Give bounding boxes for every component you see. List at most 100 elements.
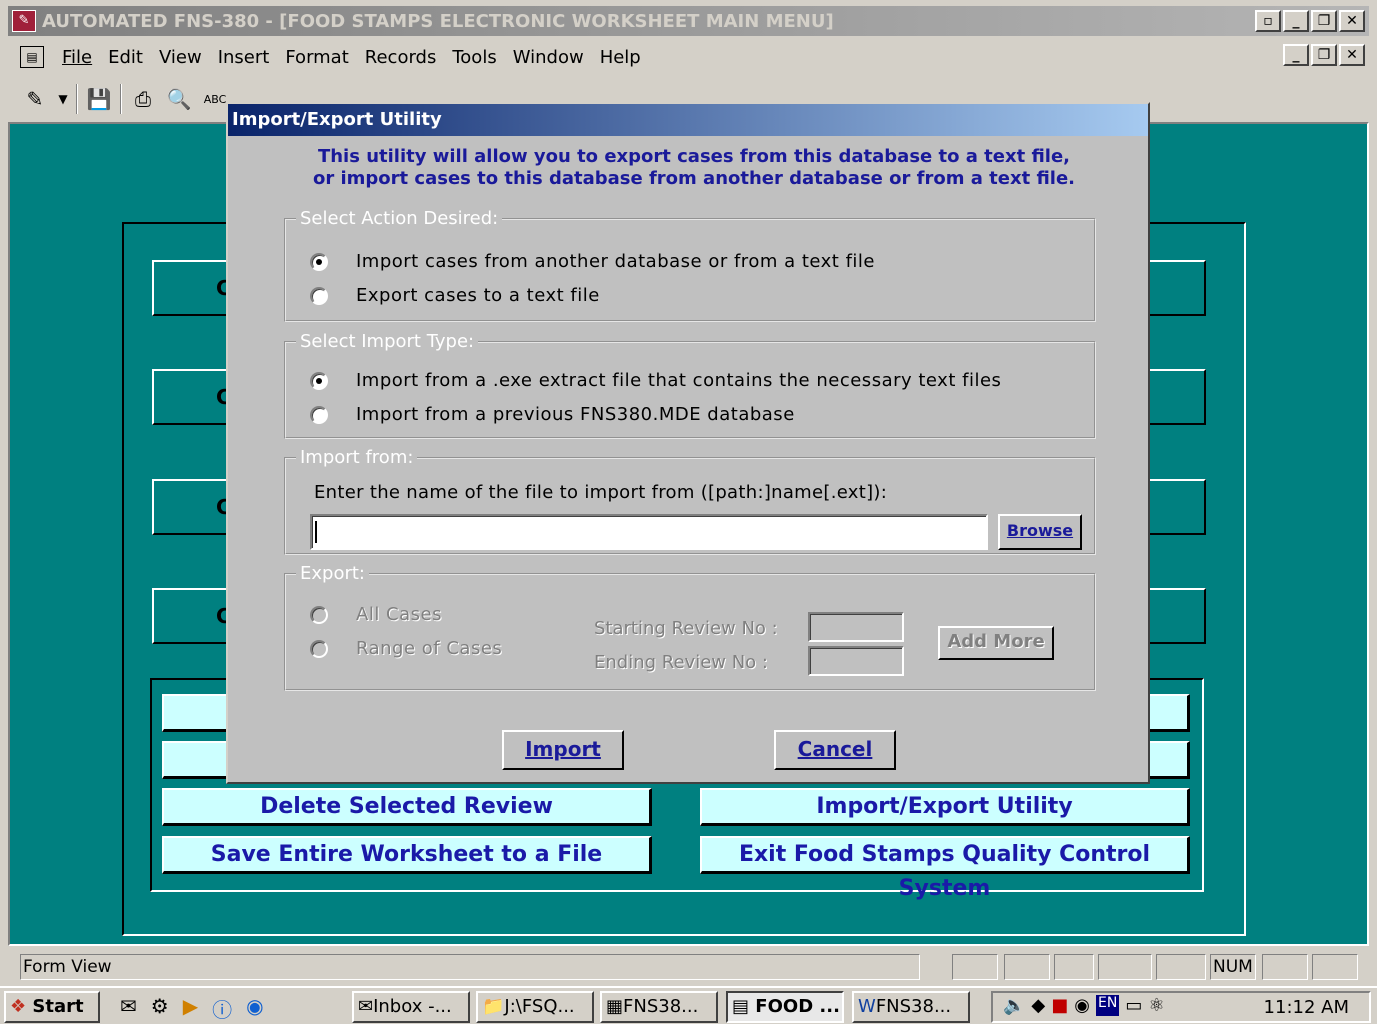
form-icon[interactable]: ▤ bbox=[20, 46, 44, 68]
status-cell bbox=[952, 954, 998, 980]
dialog-intro-text: This utility will allow you to export ca… bbox=[240, 146, 1148, 190]
inbox-icon: ✉ bbox=[358, 996, 374, 1017]
network-icon[interactable]: ◆ bbox=[1031, 995, 1045, 1016]
menu-records[interactable]: Records bbox=[357, 47, 445, 68]
import-button[interactable]: Import bbox=[502, 730, 624, 770]
status-num: NUM bbox=[1210, 954, 1256, 980]
windows-logo-icon: ❖ bbox=[10, 996, 27, 1017]
status-cell bbox=[1156, 954, 1206, 980]
radio-icon[interactable] bbox=[310, 371, 328, 390]
starting-review-label: Starting Review No : bbox=[594, 618, 778, 639]
status-bar: Form View NUM bbox=[8, 950, 1369, 984]
folder-icon: 📁 bbox=[482, 996, 505, 1017]
import-type-group: Select Import Type: Import from a .exe e… bbox=[284, 331, 1096, 439]
monitor-icon[interactable]: ▭ bbox=[1125, 995, 1142, 1016]
export-all-option[interactable]: All Cases bbox=[310, 604, 442, 625]
import-from-prompt: Enter the name of the file to import fro… bbox=[314, 482, 888, 503]
start-button[interactable]: ❖ Start bbox=[4, 991, 100, 1023]
menu-window[interactable]: Window bbox=[505, 47, 592, 68]
clock: 11:12 AM bbox=[1263, 996, 1349, 1018]
action-import-option[interactable]: Import cases from another database or fr… bbox=[310, 251, 875, 272]
print-icon[interactable]: ⎙ bbox=[128, 84, 158, 114]
task-folder[interactable]: 📁J:\FSQ... bbox=[476, 991, 594, 1023]
info-icon[interactable]: ⓘ bbox=[212, 994, 232, 1023]
task-fns38-word[interactable]: WFNS38... bbox=[852, 991, 970, 1023]
taskbar: ❖ Start ✉ ⚙ ▶ ⓘ ◉ ✉Inbox -... 📁J:\FSQ...… bbox=[0, 986, 1377, 1024]
word-icon: W bbox=[858, 996, 876, 1017]
radio-icon[interactable] bbox=[310, 639, 328, 658]
design-view-icon[interactable]: ✎ bbox=[20, 84, 50, 114]
import-mde-option[interactable]: Import from a previous FNS380.MDE databa… bbox=[310, 404, 795, 425]
outlook-icon[interactable]: ✉ bbox=[120, 994, 137, 1023]
security-icon[interactable]: ⚙ bbox=[151, 994, 169, 1023]
menu-edit[interactable]: Edit bbox=[100, 47, 151, 68]
status-cell bbox=[1054, 954, 1094, 980]
print-preview-icon[interactable]: 🔍 bbox=[164, 84, 194, 114]
import-exe-option[interactable]: Import from a .exe extract file that con… bbox=[310, 370, 1001, 391]
access-app-icon[interactable]: ✎ bbox=[12, 10, 36, 32]
ati-icon[interactable]: ■ bbox=[1051, 995, 1068, 1016]
radio-icon[interactable] bbox=[310, 286, 328, 305]
restore-button[interactable]: ❐ bbox=[1311, 10, 1337, 32]
system-tray: 🔈 ◆ ■ ◉ EN ▭ ⚛ 11:12 AM bbox=[991, 991, 1371, 1023]
menu-help[interactable]: Help bbox=[592, 47, 649, 68]
action-group: Select Action Desired: Import cases from… bbox=[284, 208, 1096, 322]
import-from-legend: Import from: bbox=[300, 447, 414, 468]
intro-line-1: This utility will allow you to export ca… bbox=[317, 146, 1071, 167]
child-close-button[interactable]: ✕ bbox=[1339, 44, 1365, 66]
quick-launch: ✉ ⚙ ▶ ⓘ ◉ bbox=[120, 994, 264, 1023]
dialog-title: Import/Export Utility bbox=[232, 109, 442, 130]
task-food[interactable]: ▤ FOOD ... bbox=[726, 991, 844, 1023]
radio-icon[interactable] bbox=[310, 605, 328, 624]
menu-insert[interactable]: Insert bbox=[210, 47, 278, 68]
media-player-icon[interactable]: ▶ bbox=[183, 994, 198, 1023]
close-button[interactable]: ✕ bbox=[1339, 10, 1365, 32]
child-restore-button[interactable]: ❐ bbox=[1311, 44, 1337, 66]
save-worksheet-button[interactable]: Save Entire Worksheet to a File bbox=[162, 836, 652, 874]
dropdown-arrow-icon[interactable]: ▼ bbox=[56, 84, 70, 114]
import-export-utility-button[interactable]: Import/Export Utility bbox=[700, 788, 1190, 826]
language-indicator[interactable]: EN bbox=[1096, 995, 1120, 1016]
spreadsheet-icon: ▦ bbox=[606, 996, 624, 1017]
add-more-button[interactable]: Add More bbox=[938, 626, 1054, 660]
browser-icon[interactable]: ◉ bbox=[246, 994, 263, 1023]
text-cursor bbox=[315, 521, 317, 543]
exit-system-button[interactable]: Exit Food Stamps Quality Control System bbox=[700, 836, 1190, 901]
ending-review-input[interactable] bbox=[808, 646, 904, 676]
browse-button[interactable]: Browse bbox=[998, 514, 1082, 550]
status-cell bbox=[1004, 954, 1050, 980]
globe-icon[interactable]: ◉ bbox=[1074, 995, 1090, 1016]
menu-view[interactable]: View bbox=[151, 47, 210, 68]
ending-review-label: Ending Review No : bbox=[594, 652, 768, 673]
antivirus-icon[interactable]: ⚛ bbox=[1148, 995, 1164, 1016]
import-from-group: Import from: Enter the name of the file … bbox=[284, 447, 1096, 555]
minimize-button[interactable]: ▫ bbox=[1255, 10, 1281, 32]
dialog-title-bar[interactable]: Import/Export Utility bbox=[228, 104, 1148, 136]
window-title-bar[interactable]: ✎ AUTOMATED FNS-380 - [FOOD STAMPS ELECT… bbox=[8, 6, 1369, 36]
minimize-icon-button[interactable]: _ bbox=[1283, 10, 1309, 32]
starting-review-input[interactable] bbox=[808, 612, 904, 642]
status-cell bbox=[1312, 954, 1358, 980]
volume-icon[interactable]: 🔈 bbox=[1003, 995, 1025, 1016]
radio-icon[interactable] bbox=[310, 252, 328, 271]
save-icon[interactable]: 💾 bbox=[84, 84, 114, 114]
action-group-legend: Select Action Desired: bbox=[300, 208, 499, 229]
task-inbox[interactable]: ✉Inbox -... bbox=[352, 991, 470, 1023]
radio-icon[interactable] bbox=[310, 405, 328, 424]
delete-review-button[interactable]: Delete Selected Review bbox=[162, 788, 652, 826]
menu-file[interactable]: File bbox=[54, 47, 100, 68]
form-icon: ▤ bbox=[732, 996, 750, 1017]
child-minimize-button[interactable]: _ bbox=[1283, 44, 1309, 66]
toolbar-separator bbox=[120, 84, 122, 114]
import-type-legend: Select Import Type: bbox=[300, 331, 475, 352]
menu-format[interactable]: Format bbox=[277, 47, 356, 68]
action-export-option[interactable]: Export cases to a text file bbox=[310, 285, 600, 306]
cancel-button[interactable]: Cancel bbox=[774, 730, 896, 770]
export-legend: Export: bbox=[300, 563, 365, 584]
export-range-option[interactable]: Range of Cases bbox=[310, 638, 502, 659]
toolbar-separator bbox=[76, 84, 78, 114]
menu-tools[interactable]: Tools bbox=[444, 47, 504, 68]
import-export-dialog: Import/Export Utility This utility will … bbox=[226, 102, 1150, 784]
task-fns38-a[interactable]: ▦FNS38... bbox=[600, 991, 718, 1023]
import-file-input[interactable] bbox=[310, 514, 988, 550]
